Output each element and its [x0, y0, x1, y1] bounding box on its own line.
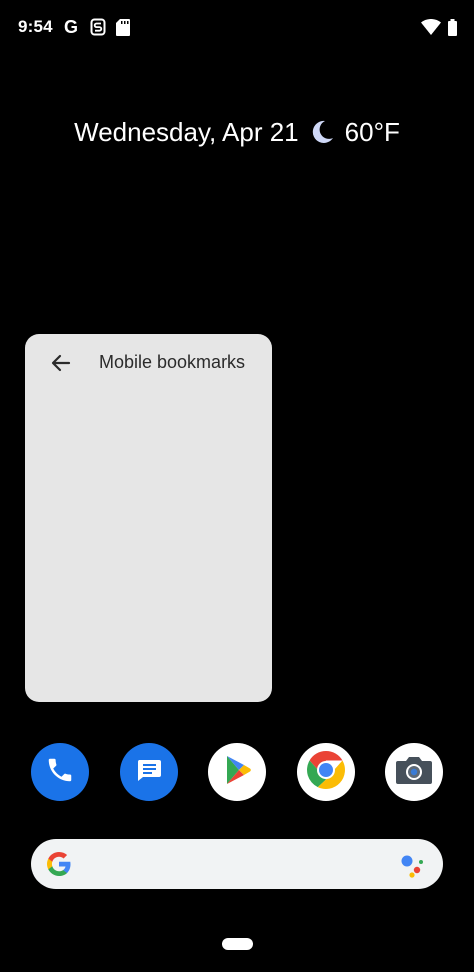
google-g-icon[interactable]	[45, 850, 73, 878]
messages-app[interactable]	[120, 743, 178, 801]
moon-icon	[309, 119, 335, 145]
chrome-icon	[305, 749, 347, 796]
sd-card-icon	[115, 18, 131, 36]
messages-icon	[133, 754, 165, 791]
google-g-icon: G	[63, 17, 78, 37]
google-search-bar[interactable]	[31, 839, 443, 889]
phone-app[interactable]	[31, 743, 89, 801]
s-notification-icon	[90, 18, 106, 36]
status-bar: 9:54 G	[0, 0, 474, 56]
at-a-glance[interactable]: Wednesday, Apr 21 60°F	[0, 112, 474, 152]
widget-header: Mobile bookmarks	[25, 334, 272, 390]
camera-app[interactable]	[385, 743, 443, 801]
chrome-app[interactable]	[297, 743, 355, 801]
app-dock	[0, 743, 474, 803]
gesture-nav-handle[interactable]	[222, 938, 253, 950]
battery-icon	[447, 18, 457, 36]
temperature-text[interactable]: 60°F	[345, 117, 400, 148]
play-store-app[interactable]	[208, 743, 266, 801]
wifi-icon	[420, 18, 442, 36]
camera-icon	[395, 755, 433, 790]
phone-icon	[45, 755, 75, 790]
status-time: 9:54	[18, 17, 53, 36]
play-store-icon	[220, 753, 254, 792]
assistant-icon[interactable]	[399, 851, 427, 879]
arrow-back-icon[interactable]	[49, 351, 73, 375]
home-screen: 9:54 G Wednesday, Apr 21 60°F Mobile boo…	[0, 0, 474, 972]
date-text[interactable]: Wednesday, Apr 21	[74, 117, 299, 148]
bookmarks-widget[interactable]: Mobile bookmarks	[25, 334, 272, 702]
widget-title: Mobile bookmarks	[99, 352, 246, 372]
